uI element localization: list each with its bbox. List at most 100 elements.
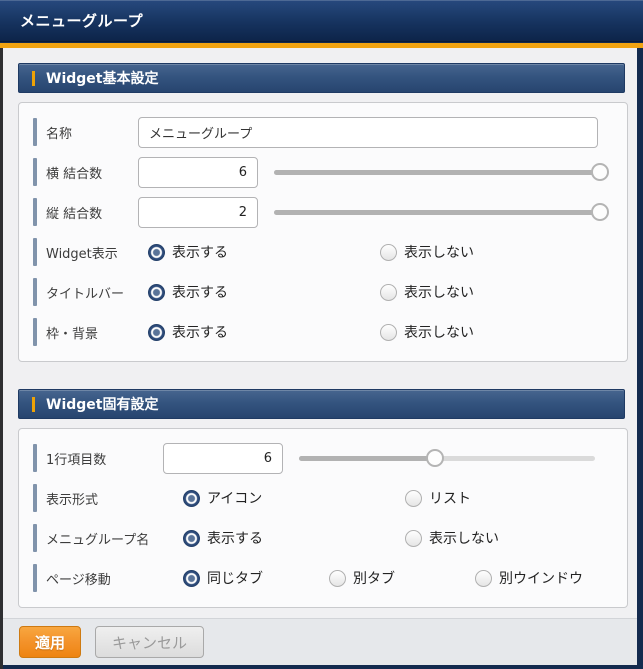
radio-unselected-icon[interactable] [405, 530, 422, 547]
radio-selected-icon[interactable] [148, 324, 165, 341]
radio-option-label: 表示しない [404, 282, 474, 302]
field-label-text: 枠・背景 [46, 323, 98, 342]
field-label: 縦 結合数 [33, 198, 138, 226]
radio-option-show[interactable]: 表示する [183, 528, 405, 548]
dialog-titlebar: メニューグループ [0, 0, 643, 42]
dialog-title: メニューグループ [0, 10, 143, 31]
radio-option-new-window[interactable]: 別ウインドウ [475, 568, 621, 588]
section-title: Widget固有設定 [46, 394, 158, 414]
horizontal-span-slider[interactable] [274, 163, 600, 181]
radio-option-label: 表示する [172, 322, 228, 342]
slider-fill [274, 170, 600, 175]
apply-button[interactable]: 適用 [19, 626, 81, 658]
field-label: ページ移動 [33, 564, 163, 592]
radio-option-label: 別ウインドウ [499, 568, 583, 588]
radio-option-list-mode[interactable]: リスト [405, 488, 471, 508]
radio-option-hide[interactable]: 表示しない [380, 282, 474, 302]
horizontal-span-input[interactable] [138, 157, 258, 188]
radio-option-new-tab[interactable]: 別タブ [329, 568, 475, 588]
slider-handle[interactable] [591, 163, 609, 181]
field-label: タイトルバー [33, 278, 138, 306]
radio-selected-icon[interactable] [183, 570, 200, 587]
label-bar [33, 564, 37, 592]
field-label-text: 横 結合数 [46, 163, 102, 182]
field-label: メニュグループ名 [33, 524, 163, 552]
radio-selected-icon[interactable] [183, 490, 200, 507]
radio-option-same-tab[interactable]: 同じタブ [183, 568, 329, 588]
radio-selected-icon[interactable] [148, 284, 165, 301]
radio-option-hide[interactable]: 表示しない [405, 528, 499, 548]
items-per-line-slider[interactable] [299, 449, 595, 467]
field-label-text: タイトルバー [46, 283, 124, 302]
field-label-text: 表示形式 [46, 489, 98, 508]
section-basic-box: 名称 横 結合数 [18, 102, 628, 362]
radio-option-show[interactable]: 表示する [148, 242, 380, 262]
radio-unselected-icon[interactable] [329, 570, 346, 587]
field-label: 表示形式 [33, 484, 163, 512]
row-menu-group-name: メニュグループ名 表示する 表示しない [33, 518, 613, 558]
field-label: 枠・背景 [33, 318, 138, 346]
label-bar [33, 118, 37, 146]
radio-option-label: アイコン [207, 488, 262, 508]
field-label-text: 1行項目数 [46, 449, 106, 468]
radio-option-show[interactable]: 表示する [148, 282, 380, 302]
dialog-content: Widget基本設定 名称 横 結合数 [3, 48, 637, 618]
field-label: 横 結合数 [33, 158, 138, 186]
radio-option-icon-mode[interactable]: アイコン [183, 488, 405, 508]
radio-selected-icon[interactable] [148, 244, 165, 261]
radio-unselected-icon[interactable] [380, 244, 397, 261]
slider-handle[interactable] [591, 203, 609, 221]
section-title: Widget基本設定 [46, 68, 158, 88]
slider-fill [299, 456, 435, 461]
radio-unselected-icon[interactable] [380, 324, 397, 341]
row-name: 名称 [33, 112, 613, 152]
vertical-span-input[interactable] [138, 197, 258, 228]
label-bar [33, 278, 37, 306]
row-horizontal-span: 横 結合数 [33, 152, 613, 192]
row-page-navigation: ページ移動 同じタブ 別タブ 別ウインドウ [33, 558, 613, 598]
field-label: Widget表示 [33, 238, 138, 266]
label-bar [33, 198, 37, 226]
row-display-format: 表示形式 アイコン リスト [33, 478, 613, 518]
page-background: メニューグループ Widget基本設定 名称 [0, 0, 643, 669]
slider-handle[interactable] [426, 449, 444, 467]
radio-option-label: 表示しない [429, 528, 499, 548]
radio-option-hide[interactable]: 表示しない [380, 322, 474, 342]
label-bar [33, 318, 37, 346]
radio-option-hide[interactable]: 表示しない [380, 242, 474, 262]
radio-option-label: 表示する [207, 528, 263, 548]
radio-unselected-icon[interactable] [475, 570, 492, 587]
radio-option-show[interactable]: 表示する [148, 322, 380, 342]
row-items-per-line: 1行項目数 [33, 438, 613, 478]
label-bar [33, 444, 37, 472]
cancel-button[interactable]: キャンセル [95, 626, 204, 658]
field-label-text: 名称 [46, 123, 72, 142]
radio-option-label: 表示する [172, 282, 228, 302]
radio-unselected-icon[interactable] [380, 284, 397, 301]
field-label-text: 縦 結合数 [46, 203, 102, 222]
label-bar [33, 484, 37, 512]
vertical-span-slider[interactable] [274, 203, 600, 221]
field-label-text: ページ移動 [46, 569, 111, 588]
slider-fill [274, 210, 600, 215]
radio-option-label: リスト [429, 488, 471, 508]
items-per-line-input[interactable] [163, 443, 283, 474]
row-widget-visibility: Widget表示 表示する 表示しない [33, 232, 613, 272]
radio-option-label: 表示しない [404, 242, 474, 262]
field-label: 名称 [33, 118, 138, 146]
field-label: 1行項目数 [33, 444, 163, 472]
section-tick-icon [32, 71, 35, 86]
label-bar [33, 238, 37, 266]
radio-option-label: 表示しない [404, 322, 474, 342]
label-bar [33, 524, 37, 552]
field-label-text: メニュグループ名 [46, 529, 149, 548]
radio-selected-icon[interactable] [183, 530, 200, 547]
dialog-footer: 適用 キャンセル [3, 618, 637, 665]
radio-option-label: 同じタブ [207, 568, 263, 588]
radio-option-label: 別タブ [353, 568, 395, 588]
row-frame-background: 枠・背景 表示する 表示しない [33, 312, 613, 352]
section-tick-icon [32, 397, 35, 412]
radio-unselected-icon[interactable] [405, 490, 422, 507]
name-input[interactable] [138, 117, 598, 148]
row-vertical-span: 縦 結合数 [33, 192, 613, 232]
